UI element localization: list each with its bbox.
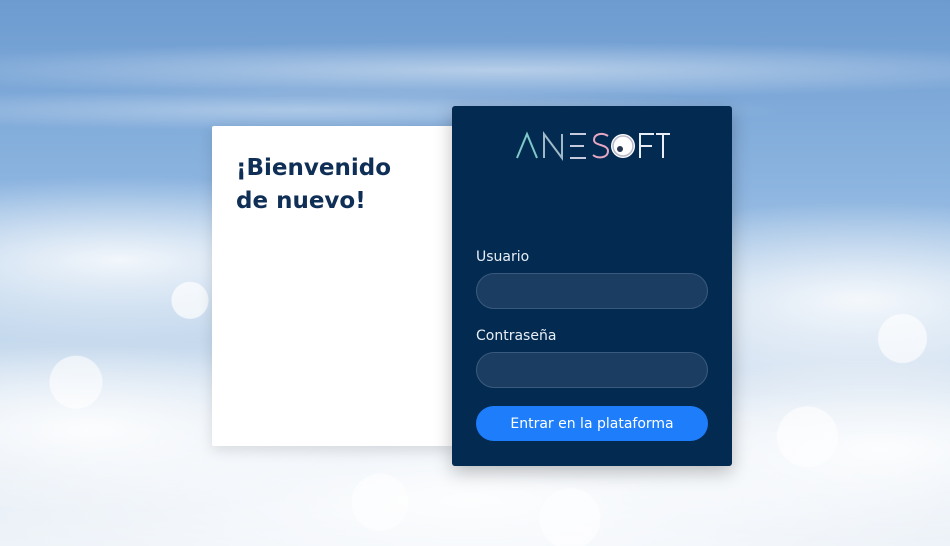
password-input[interactable] bbox=[476, 352, 708, 388]
logo-mark bbox=[516, 131, 670, 161]
password-label: Contraseña bbox=[476, 328, 557, 344]
welcome-title: ¡Bienvenido de nuevo! bbox=[236, 155, 391, 214]
username-input[interactable] bbox=[476, 273, 708, 309]
welcome-card: ¡Bienvenido de nuevo! bbox=[212, 126, 454, 446]
login-panel: Usuario Contraseña Entrar en la platafor… bbox=[452, 106, 732, 466]
anesoft-logo bbox=[452, 128, 732, 162]
login-button[interactable]: Entrar en la plataforma bbox=[476, 406, 708, 441]
username-label: Usuario bbox=[476, 249, 530, 265]
